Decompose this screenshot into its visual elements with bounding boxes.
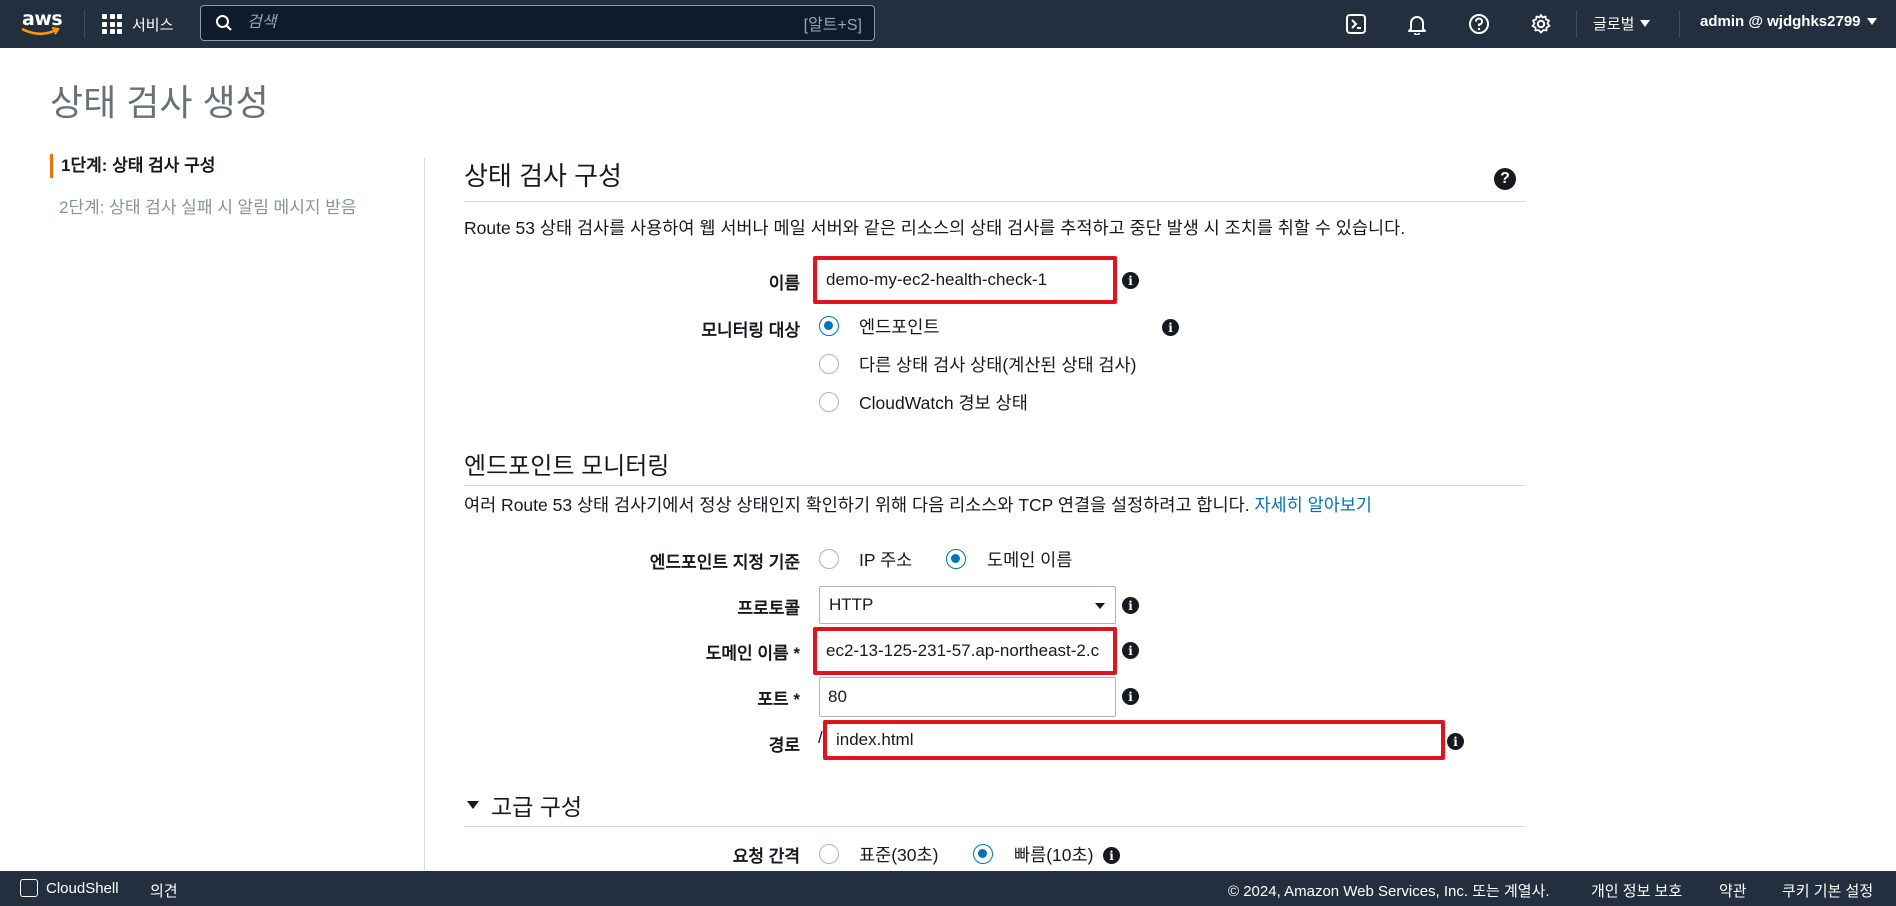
caret-down-icon: [467, 801, 479, 809]
learn-more-link[interactable]: 자세히 알아보기: [1254, 495, 1372, 515]
info-icon[interactable]: i: [1103, 847, 1120, 864]
step-1-link[interactable]: 1단계: 상태 검사 구성: [50, 154, 215, 178]
endpoint-description: 여러 Route 53 상태 검사기에서 정상 상태인지 확인하기 위해 다음 …: [464, 492, 1372, 517]
footer-feedback-link[interactable]: 의견: [150, 880, 178, 901]
chevron-down-icon: [1640, 20, 1651, 27]
chevron-down-icon: [1866, 18, 1877, 25]
radio-interval-fast-label: 빠름(10초): [1014, 845, 1094, 865]
help-icon[interactable]: ?: [1494, 168, 1516, 190]
step-2-link[interactable]: 2단계: 상태 검사 실패 시 알림 메시지 받음: [59, 196, 356, 220]
search-icon: [216, 15, 232, 31]
radio-monitor-cloudwatch[interactable]: [819, 392, 839, 412]
protocol-select[interactable]: HTTP: [819, 586, 1116, 624]
aws-smile-icon: [21, 27, 60, 36]
protocol-value: HTTP: [829, 595, 874, 614]
protocol-label: 프로토콜: [737, 599, 800, 618]
specify-label: 엔드포인트 지정 기준: [649, 553, 800, 572]
footer-privacy-link[interactable]: 개인 정보 보호: [1591, 880, 1682, 901]
vertical-divider: [424, 158, 425, 870]
top-navigation: aws 서비스 [알트+S]: [0, 0, 1896, 48]
port-input[interactable]: 80: [819, 677, 1116, 717]
info-icon[interactable]: i: [1122, 642, 1139, 659]
radio-monitor-endpoint[interactable]: [819, 316, 839, 336]
radio-domain-name-label: 도메인 이름: [987, 550, 1073, 570]
aws-logo[interactable]: aws: [20, 8, 63, 38]
radio-monitor-endpoint-label: 엔드포인트: [859, 317, 940, 337]
info-icon[interactable]: i: [1122, 272, 1139, 289]
radio-ip-address[interactable]: [819, 549, 839, 569]
apps-grid-icon: [102, 14, 122, 34]
account-label: admin @ wjdghks2799: [1700, 13, 1861, 30]
section-divider: [464, 826, 1526, 827]
info-icon[interactable]: i: [1122, 688, 1139, 705]
endpoint-description-text: 여러 Route 53 상태 검사기에서 정상 상태인지 확인하기 위해 다음 …: [464, 495, 1250, 515]
page-title: 상태 검사 생성: [50, 82, 269, 123]
radio-monitor-cloudwatch-label: CloudWatch 경보 상태: [859, 393, 1028, 413]
region-label: 글로벌: [1593, 16, 1635, 33]
radio-monitor-health-check-label: 다른 상태 검사 상태(계산된 상태 검사): [859, 355, 1137, 375]
advanced-config-toggle[interactable]: 고급 구성: [467, 788, 582, 822]
nav-divider: [84, 10, 85, 38]
monitor-label: 모니터링 대상: [701, 321, 800, 340]
account-menu[interactable]: admin @ wjdghks2799: [1700, 13, 1877, 30]
gear-icon[interactable]: [1528, 11, 1554, 37]
radio-interval-standard[interactable]: [819, 844, 839, 864]
advanced-config-title: 고급 구성: [491, 794, 583, 820]
section-divider: [464, 201, 1526, 202]
footer-cookie-link[interactable]: 쿠키 기본 설정: [1782, 880, 1873, 901]
bell-icon[interactable]: [1404, 11, 1430, 37]
services-label: 서비스: [132, 16, 174, 34]
footer: CloudShell 의견 © 2024, Amazon Web Service…: [0, 871, 1896, 906]
domain-label: 도메인 이름 *: [705, 644, 800, 663]
help-icon[interactable]: [1466, 11, 1492, 37]
config-section-title: 상태 검사 구성: [464, 161, 622, 191]
port-label: 포트 *: [757, 690, 800, 709]
region-selector[interactable]: 글로벌: [1593, 13, 1651, 34]
path-input[interactable]: index.html: [823, 720, 1445, 760]
search-shortcut-hint: [알트+S]: [803, 17, 862, 34]
name-input[interactable]: demo-my-ec2-health-check-1: [813, 256, 1117, 304]
footer-cloudshell-link[interactable]: CloudShell: [46, 880, 119, 897]
radio-domain-name[interactable]: [946, 549, 966, 569]
info-icon[interactable]: i: [1447, 733, 1464, 750]
path-label: 경로: [768, 736, 800, 755]
footer-copyright: © 2024, Amazon Web Services, Inc. 또는 계열사…: [1228, 883, 1550, 900]
radio-interval-fast[interactable]: [973, 844, 993, 864]
config-description: Route 53 상태 검사를 사용하여 웹 서버나 메일 서버와 같은 리소스…: [464, 218, 1406, 238]
endpoint-section-title: 엔드포인트 모니터링: [464, 453, 670, 480]
search-input[interactable]: [233, 14, 804, 32]
cloudshell-icon[interactable]: [1343, 11, 1369, 37]
footer-terms-link[interactable]: 약관: [1719, 880, 1747, 901]
chevron-down-icon: [1095, 603, 1105, 609]
radio-monitor-health-check[interactable]: [819, 354, 839, 374]
radio-ip-address-label: IP 주소: [859, 550, 913, 570]
section-divider: [464, 485, 1526, 486]
nav-divider: [1576, 10, 1577, 38]
services-menu-button[interactable]: 서비스: [102, 12, 173, 36]
interval-label: 요청 간격: [732, 847, 800, 866]
info-icon[interactable]: i: [1162, 319, 1179, 336]
cloudshell-icon[interactable]: [20, 879, 38, 897]
info-icon[interactable]: i: [1122, 597, 1139, 614]
nav-divider: [1679, 10, 1680, 38]
search-box[interactable]: [알트+S]: [200, 5, 875, 41]
domain-name-input[interactable]: ec2-13-125-231-57.ap-northeast-2.c: [813, 627, 1117, 675]
radio-interval-standard-label: 표준(30초): [859, 845, 939, 865]
name-label: 이름: [768, 274, 800, 293]
